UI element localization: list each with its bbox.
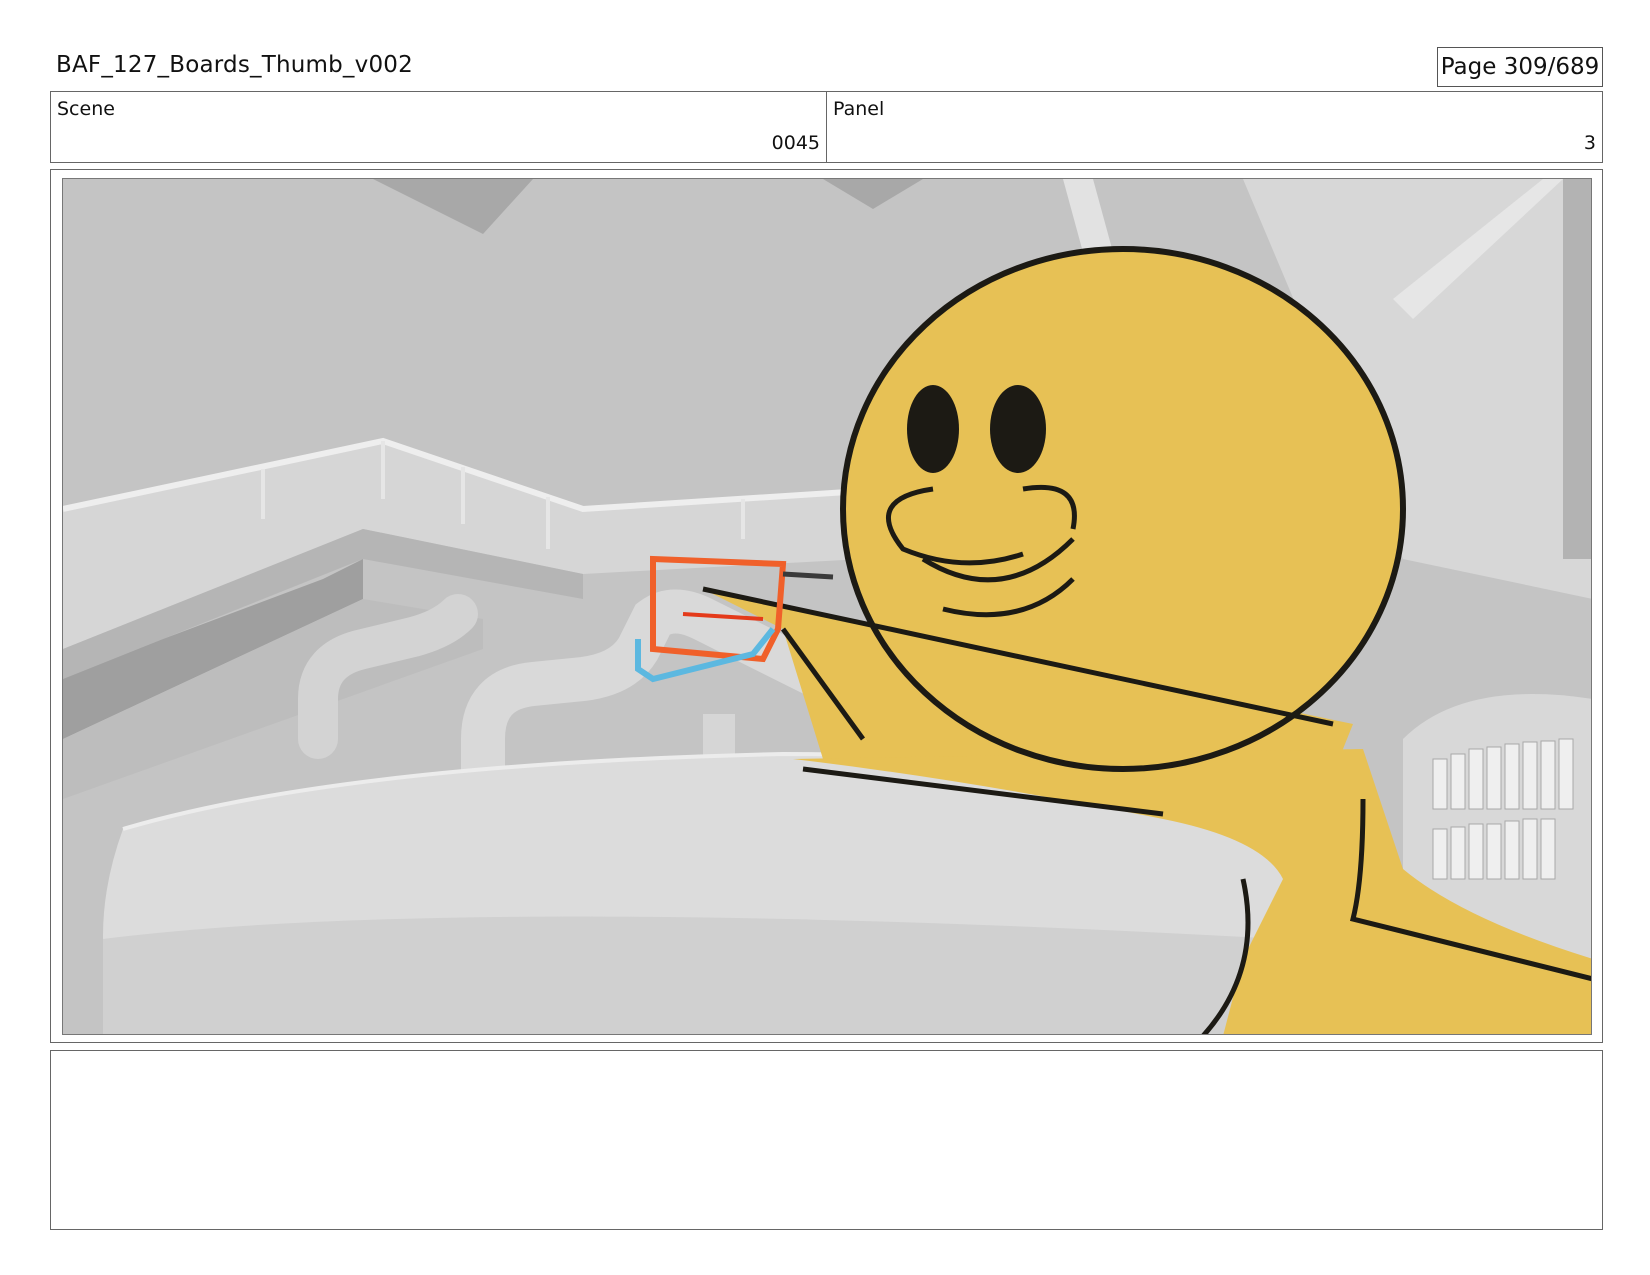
panel-cell: Panel 3: [826, 92, 1602, 162]
character-right-eye: [990, 385, 1046, 473]
scene-value: 0045: [771, 132, 820, 154]
storyboard-panel-image: [62, 178, 1592, 1035]
pencil-stroke: [782, 571, 834, 580]
vat-lower: [103, 916, 1283, 1034]
character-head: [840, 246, 1406, 772]
page-number: Page 309/689: [1437, 47, 1603, 87]
scene-cell: Scene 0045: [51, 92, 826, 162]
wall-edge: [1563, 179, 1591, 559]
character-left-eye: [907, 385, 959, 473]
panel-value: 3: [1583, 132, 1596, 154]
panel-notes: [50, 1050, 1603, 1230]
panel-illustration: [63, 179, 1591, 1034]
panel-label: Panel: [833, 98, 885, 120]
scene-panel-info: Scene 0045 Panel 3: [50, 91, 1603, 163]
scene-label: Scene: [57, 98, 115, 120]
storyboard-panel-frame: [50, 169, 1603, 1043]
document-title: BAF_127_Boards_Thumb_v002: [56, 52, 413, 78]
